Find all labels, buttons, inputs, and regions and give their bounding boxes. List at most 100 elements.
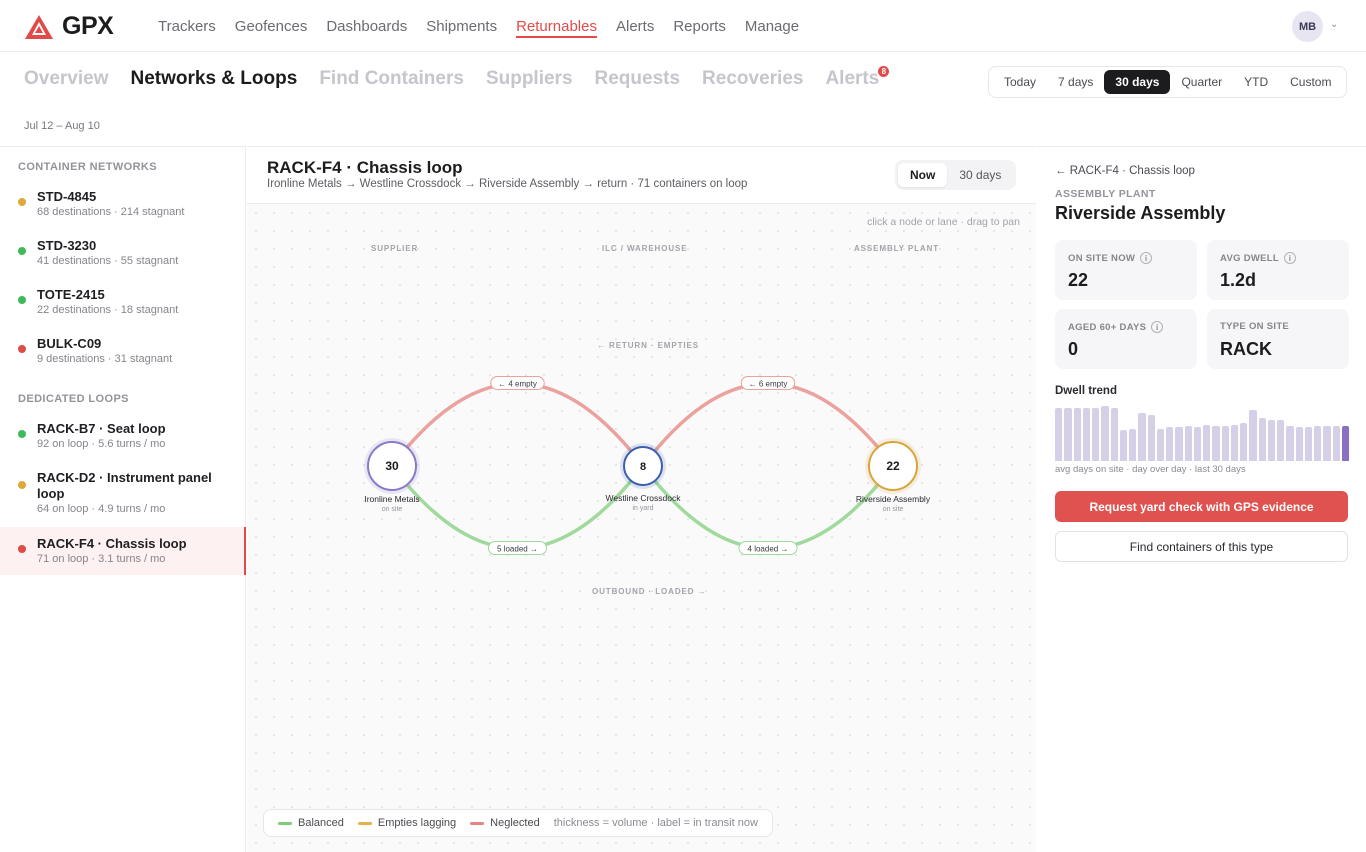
sidebar-item-title: RACK-D2 · Instrument panel loop: [37, 470, 212, 501]
lane-riverside-to-westline[interactable]: [641, 381, 895, 468]
range-option-quarter[interactable]: Quarter: [1170, 70, 1233, 94]
range-option-30-days[interactable]: 30 days: [1104, 70, 1171, 94]
sidebar-item-rack-d2-instrument-panel-loop[interactable]: RACK-D2 · Instrument panel loop 64 on loo…: [0, 461, 246, 526]
dwell-trend-bar: [1267, 420, 1275, 461]
tab-find-containers[interactable]: Find Containers: [319, 68, 464, 90]
lane-label-riverside-to-westline[interactable]: ← 6 empty: [740, 376, 796, 390]
node-count: 22: [886, 459, 900, 473]
node-riverside[interactable]: 22 Riverside Assembly on site: [856, 438, 931, 513]
loop-path: Ironline Metals → Westline Crossdock → R…: [267, 178, 748, 190]
section-label-dedicated-loops: DEDICATED LOOPS: [18, 393, 129, 405]
lane-label-westline-to-riverside[interactable]: 4 loaded →: [738, 541, 798, 555]
dwell-trend-bar: [1193, 427, 1201, 461]
user-avatar[interactable]: MB: [1292, 11, 1323, 42]
sidebar-item-rack-b7-seat-loop[interactable]: RACK-B7 · Seat loop 92 on loop · 5.6 turn…: [0, 412, 246, 460]
sidebar-item-subtitle: 92 on loop · 5.6 turns / mo: [37, 438, 166, 450]
networks-sidebar: CONTAINER NETWORKS STD-4845 68 destination…: [0, 146, 246, 852]
status-dot: [18, 430, 26, 438]
range-option-custom[interactable]: Custom: [1279, 70, 1342, 94]
find-containers-button[interactable]: Find containers of this type: [1055, 531, 1348, 562]
tab-requests[interactable]: Requests: [595, 68, 681, 90]
time-toggle: Now 30 days: [895, 160, 1017, 190]
lane-label-westline-to-ironline[interactable]: ← 4 empty: [490, 376, 545, 390]
legend-item-balanced: Balanced: [278, 817, 344, 829]
node-subtitle: on site: [382, 506, 403, 513]
stat-label: TYPE ON SITE: [1220, 321, 1289, 332]
time-option-30-days[interactable]: 30 days: [947, 163, 1013, 187]
back-to-loop-link[interactable]: ← RACK-F4 · Chassis loop: [1055, 165, 1195, 177]
loop-diagram: ← 4 empty ← 6 empty 5 loaded → 4 loaded → 30…: [364, 376, 931, 555]
tab-alerts[interactable]: Alerts 8: [825, 64, 892, 90]
dwell-trend-bar: [1249, 409, 1257, 461]
stat-label-text: AVG DWELL: [1220, 252, 1279, 264]
request-yard-check-button[interactable]: Request yard check with GPS evidence: [1055, 491, 1348, 522]
range-option-today[interactable]: Today: [993, 70, 1047, 94]
lane-legend: Balanced Empties lagging Neglected thicknes…: [263, 809, 773, 837]
stat-card-aged-60-days: AGED 60+ DAYS i 0: [1055, 309, 1197, 369]
dwell-trend-bar: [1341, 426, 1349, 461]
lane-label-text: ← 6 empty: [749, 380, 788, 389]
nav-item-geofences[interactable]: Geofences: [235, 18, 308, 35]
date-range-selector: Today 7 days 30 days Quarter YTD Custom: [988, 66, 1348, 98]
legend-label: Balanced: [298, 817, 344, 829]
dwell-trend-chart: [1055, 403, 1349, 461]
status-dot: [18, 481, 26, 489]
range-option-7-days[interactable]: 7 days: [1047, 70, 1104, 94]
node-subtitle: on site: [883, 506, 904, 513]
tab-suppliers[interactable]: Suppliers: [486, 68, 573, 90]
dwell-trend-bar: [1166, 427, 1174, 461]
sidebar-item-rack-f4-chassis-loop[interactable]: RACK-F4 · Chassis loop 71 on loop · 3.1 t…: [0, 527, 246, 575]
sidebar-item-std-3230[interactable]: STD-3230 41 destinations · 55 stagnant: [0, 229, 246, 277]
nav-item-reports[interactable]: Reports: [673, 18, 726, 35]
dwell-trend-bar: [1314, 426, 1322, 461]
sidebar-item-subtitle: 64 on loop · 4.9 turns / mo: [37, 503, 166, 515]
node-westline[interactable]: 8 Westline Crossdock in yard: [606, 443, 682, 512]
lane-label-text: 4 loaded →: [748, 545, 789, 554]
nav-item-alerts[interactable]: Alerts: [616, 18, 654, 35]
dwell-trend-label: Dwell trend: [1055, 385, 1117, 397]
sidebar-item-tote-2415[interactable]: TOTE-2415 22 destinations · 18 stagnant: [0, 278, 246, 326]
sidebar-item-subtitle: 71 on loop · 3.1 turns / mo: [37, 553, 166, 565]
range-option-ytd[interactable]: YTD: [1233, 70, 1279, 94]
sidebar-item-title: BULK-C09: [37, 336, 102, 351]
dwell-trend-bar: [1147, 414, 1155, 461]
lane-label-ironline-to-westline[interactable]: 5 loaded →: [488, 541, 547, 555]
nav-item-manage[interactable]: Manage: [745, 18, 799, 35]
info-icon[interactable]: i: [1140, 252, 1153, 264]
loop-map-canvas[interactable]: click a node or lane · drag to pan SUPPL…: [247, 204, 1036, 852]
info-icon[interactable]: i: [1151, 321, 1164, 333]
node-subtitle: in yard: [632, 505, 653, 512]
lane-ironline-to-westline[interactable]: [390, 464, 645, 551]
node-ironline[interactable]: 30 Ironline Metals on site: [364, 438, 420, 513]
sidebar-item-std-4845[interactable]: STD-4845 68 destinations · 214 stagnant: [0, 180, 246, 228]
stat-label: AVG DWELL i: [1220, 252, 1296, 264]
sidebar-item-bulk-c09[interactable]: BULK-C09 9 destinations · 31 stagnant: [0, 327, 246, 375]
tab-recoveries[interactable]: Recoveries: [702, 68, 803, 90]
legend-note: thickness = volume · label = in transit …: [553, 817, 758, 829]
tab-overview[interactable]: Overview: [24, 68, 109, 90]
time-option-now[interactable]: Now: [898, 163, 948, 187]
status-dot: [18, 345, 26, 353]
lane-label-text: ← 4 empty: [498, 380, 537, 389]
dwell-trend-bar: [1092, 407, 1100, 461]
chevron-down-icon[interactable]: ⌄: [1330, 19, 1338, 30]
nav-item-shipments[interactable]: Shipments: [426, 18, 497, 35]
stat-value: 1.2d: [1220, 270, 1257, 290]
stat-label-text: TYPE ON SITE: [1220, 321, 1290, 332]
dwell-trend-bar: [1129, 429, 1137, 461]
brand-logo[interactable]: GPX: [24, 12, 114, 41]
stat-label: ON SITE NOW i: [1068, 252, 1153, 264]
status-dot: [18, 198, 26, 206]
lane-westline-to-riverside[interactable]: [641, 464, 895, 551]
brand-name: GPX: [62, 12, 114, 40]
lane-westline-to-ironline[interactable]: [390, 381, 645, 468]
nav-item-trackers[interactable]: Trackers: [158, 18, 216, 35]
dwell-trend-bar: [1175, 427, 1183, 461]
nav-item-dashboards[interactable]: Dashboards: [326, 18, 407, 35]
stat-card-type-on-site: TYPE ON SITE RACK: [1207, 309, 1349, 369]
info-icon[interactable]: i: [1284, 252, 1296, 264]
stat-card-avg-dwell: AVG DWELL i 1.2d: [1207, 240, 1349, 300]
sidebar-item-title: TOTE-2415: [37, 287, 105, 302]
nav-item-returnables[interactable]: Returnables: [516, 18, 597, 38]
tab-networks-loops[interactable]: Networks & Loops: [131, 68, 298, 90]
